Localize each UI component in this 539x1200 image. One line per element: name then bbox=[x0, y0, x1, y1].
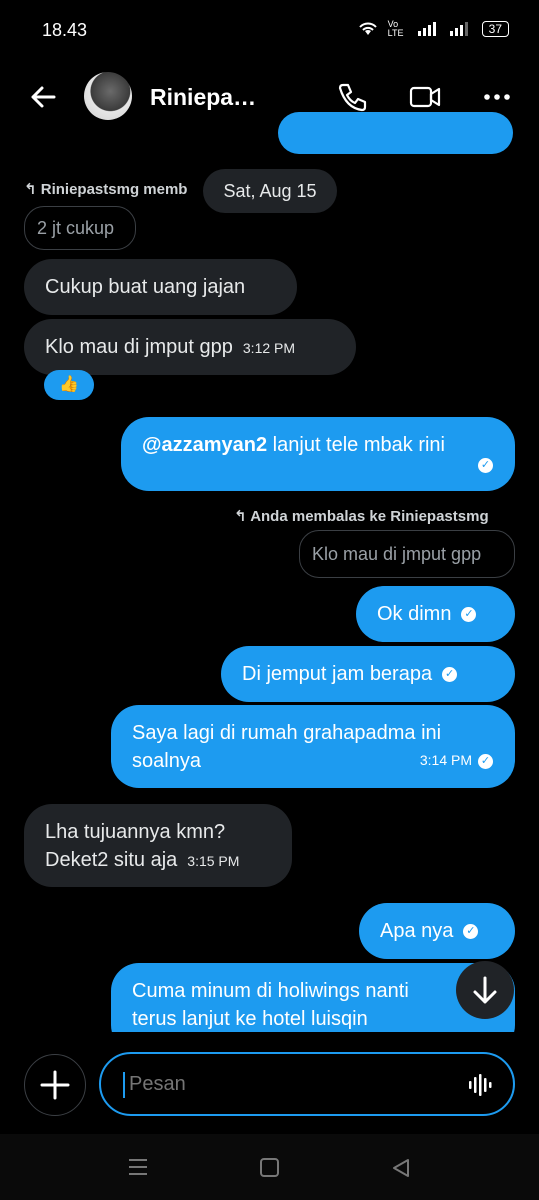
quoted-message[interactable]: Klo mau di jmput gpp bbox=[299, 530, 515, 578]
read-check-icon: ✓ bbox=[478, 753, 493, 769]
message-text: Apa nya bbox=[380, 920, 454, 942]
message-bubble-partial bbox=[278, 112, 513, 154]
video-call-icon[interactable] bbox=[408, 80, 442, 114]
read-check-icon: ✓ bbox=[442, 667, 458, 683]
message-text: Deket2 situ aja bbox=[45, 849, 178, 871]
status-icons: Vo LTE 37 bbox=[358, 20, 509, 38]
message-bubble-outgoing[interactable]: Saya lagi di rumah grahapadma ini soalny… bbox=[111, 705, 515, 788]
message-text: Ok dimn bbox=[377, 603, 452, 625]
read-check-icon: ✓ bbox=[463, 924, 479, 940]
message-time: 3:14 PM bbox=[419, 752, 472, 768]
quoted-message[interactable]: 2 jt cukup bbox=[24, 206, 136, 250]
voice-message-icon[interactable] bbox=[467, 1072, 493, 1098]
message-text: Di jemput jam berapa bbox=[242, 663, 433, 685]
message-bubble-outgoing[interactable]: Di jemput jam berapa ✓ bbox=[221, 646, 515, 702]
message-bubble-outgoing[interactable]: @azzamyan2 lanjut tele mbak rini ✓ bbox=[121, 417, 515, 491]
date-separator: Sat, Aug 15 bbox=[203, 169, 337, 213]
conversation-title[interactable]: Riniepa… bbox=[150, 84, 256, 111]
read-check-icon: ✓ bbox=[461, 607, 477, 623]
wifi-icon bbox=[358, 22, 377, 35]
message-text: Lha tujuannya kmn? bbox=[45, 821, 226, 843]
message-text: Saya lagi di rumah grahapadma ini bbox=[132, 722, 442, 744]
signal-icon bbox=[417, 22, 436, 36]
message-input-container[interactable] bbox=[99, 1052, 515, 1116]
message-bubble-incoming[interactable]: Klo mau di jmput gpp 3:12 PM bbox=[24, 319, 356, 375]
arrow-down-icon bbox=[473, 976, 497, 1004]
avatar[interactable] bbox=[84, 72, 132, 120]
more-options-icon[interactable] bbox=[482, 80, 516, 114]
reaction-badge[interactable]: 👍 bbox=[44, 370, 94, 400]
recent-apps-icon[interactable] bbox=[127, 1156, 149, 1178]
message-time: 3:12 PM bbox=[242, 340, 296, 356]
message-input[interactable] bbox=[127, 1072, 431, 1097]
add-attachment-button[interactable] bbox=[24, 1054, 86, 1116]
message-bubble-incoming[interactable]: Cukup buat uang jajan bbox=[24, 259, 297, 315]
message-text: Cukup buat uang jajan bbox=[45, 276, 246, 298]
message-bubble-incoming[interactable]: Lha tujuannya kmn? Deket2 situ aja 3:15 P… bbox=[24, 804, 292, 887]
plus-icon bbox=[40, 1070, 70, 1100]
back-arrow-icon[interactable] bbox=[28, 82, 58, 112]
message-time: 3:15 PM bbox=[187, 853, 240, 869]
text-cursor bbox=[123, 1072, 125, 1098]
message-bubble-outgoing[interactable]: Cuma minum di holiwings nanti terus lanj… bbox=[111, 963, 515, 1032]
scroll-to-bottom-button[interactable] bbox=[456, 961, 514, 1019]
network-label: Vo LTE bbox=[387, 19, 404, 38]
reply-arrow-icon: ↰ bbox=[234, 508, 251, 525]
message-bubble-outgoing[interactable]: Apa nya ✓ bbox=[359, 903, 515, 959]
mention-link[interactable]: @azzamyan2 bbox=[142, 434, 267, 456]
back-nav-icon[interactable] bbox=[390, 1157, 412, 1179]
reply-indicator: ↰ Riniepastsmg memb bbox=[24, 181, 188, 198]
system-nav-bar bbox=[0, 1134, 539, 1200]
message-text: Klo mau di jmput gpp bbox=[45, 336, 233, 358]
status-time: 18.43 bbox=[42, 20, 88, 40]
message-text: lanjut tele mbak rini bbox=[267, 434, 445, 456]
read-check-icon: ✓ bbox=[478, 458, 493, 474]
battery-indicator: 37 bbox=[481, 21, 509, 37]
reply-arrow-icon: ↰ bbox=[24, 181, 41, 198]
message-text: soalnya bbox=[132, 750, 201, 772]
home-icon[interactable] bbox=[259, 1157, 281, 1179]
reply-indicator: ↰ Anda membalas ke Riniepastsmg bbox=[234, 508, 489, 525]
phone-icon[interactable] bbox=[336, 80, 370, 114]
signal-icon-2 bbox=[449, 22, 468, 36]
message-bubble-outgoing[interactable]: Ok dimn ✓ bbox=[356, 586, 515, 642]
